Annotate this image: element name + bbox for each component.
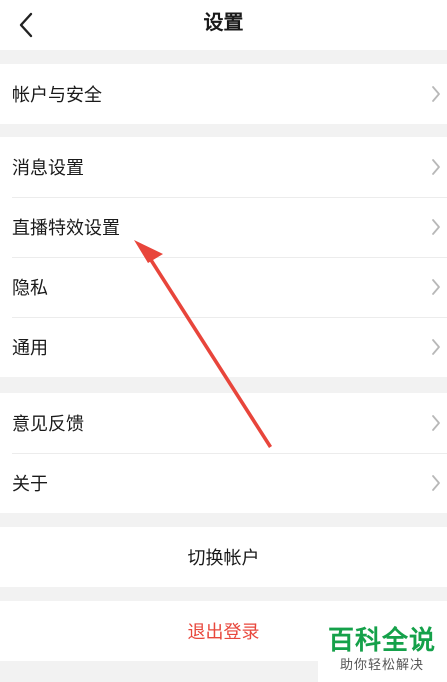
row-label: 意见反馈 [12,414,84,435]
chevron-right-icon [432,475,440,491]
settings-group-account: 帐户与安全 [0,64,447,124]
chevron-right-icon [432,219,440,235]
watermark-title: 百科全说 [327,626,436,656]
settings-row-general[interactable]: 通用 [0,317,447,377]
settings-row-account-security[interactable]: 帐户与安全 [0,64,447,124]
settings-group-about: 意见反馈 关于 [0,393,447,513]
nav-bar: 设置 [0,0,447,50]
row-label: 直播特效设置 [12,218,120,239]
switch-account-label: 切换帐户 [187,548,260,569]
row-label: 消息设置 [12,158,84,179]
chevron-right-icon [432,86,440,102]
settings-row-message-settings[interactable]: 消息设置 [0,137,447,197]
row-label: 关于 [12,474,48,495]
watermark-subtitle: 助你轻松解决 [339,658,424,673]
chevron-right-icon [432,339,440,355]
page-title: 设置 [203,10,244,34]
watermark-logo: 百科全说 助你轻松解决 [318,618,447,682]
row-label: 隐私 [12,278,48,299]
chevron-right-icon [432,159,440,175]
settings-group-general: 消息设置 直播特效设置 隐私 通用 [0,137,447,377]
settings-row-feedback[interactable]: 意见反馈 [0,393,447,453]
settings-row-about[interactable]: 关于 [0,453,447,513]
settings-row-live-effects[interactable]: 直播特效设置 [0,197,447,257]
chevron-right-icon [432,415,440,431]
row-label: 帐户与安全 [12,85,102,106]
settings-row-privacy[interactable]: 隐私 [0,257,447,317]
switch-account-group: 切换帐户 [0,527,447,587]
logout-label: 退出登录 [187,622,260,643]
chevron-right-icon [432,279,440,295]
row-label: 通用 [12,338,48,359]
switch-account-button[interactable]: 切换帐户 [0,527,447,587]
